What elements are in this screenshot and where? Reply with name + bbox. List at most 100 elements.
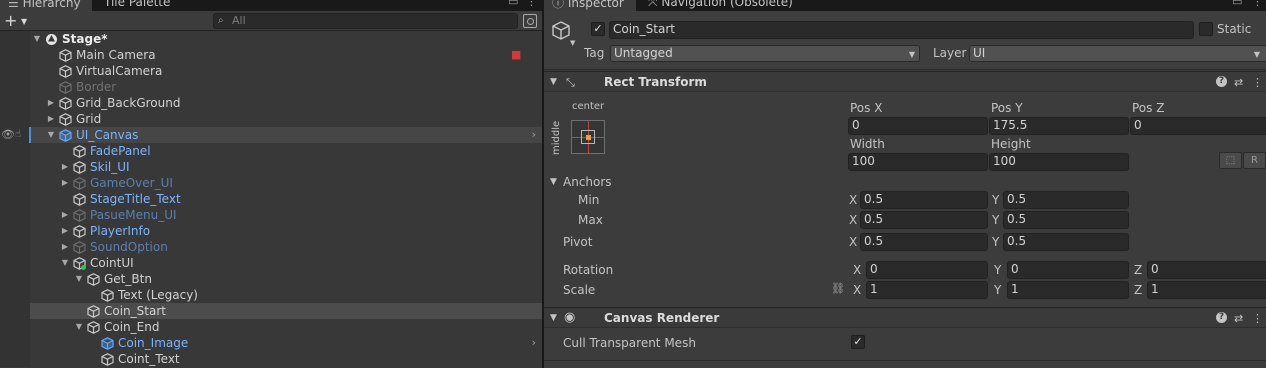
scale-y-field[interactable]: 1 bbox=[1007, 281, 1129, 299]
hierarchy-row[interactable]: ▶ GameOver_UI bbox=[0, 175, 542, 191]
visibility-gutter[interactable] bbox=[0, 143, 30, 159]
blueprint-mode-button[interactable]: ⬚ bbox=[1219, 152, 1242, 169]
hierarchy-row[interactable]: ▼ Stage* bbox=[0, 31, 542, 47]
more-options-icon[interactable]: ⋮ bbox=[1252, 312, 1263, 325]
search-by-type-icon[interactable] bbox=[523, 14, 537, 28]
foldout-expanded-icon[interactable]: ▼ bbox=[32, 31, 42, 47]
rect-transform-header[interactable]: ▼ ⤡ Rect Transform ? ⇄ ⋮ bbox=[544, 71, 1266, 92]
rotation-y-field[interactable]: 0 bbox=[1007, 261, 1129, 279]
hierarchy-row[interactable]: ▶ SoundOption bbox=[0, 239, 542, 255]
height-field[interactable]: 100 bbox=[989, 153, 1129, 171]
hierarchy-row[interactable]: ▶ Grid_BackGround bbox=[0, 95, 542, 111]
visibility-gutter[interactable] bbox=[0, 47, 30, 63]
help-icon[interactable]: ? bbox=[1216, 312, 1227, 323]
hierarchy-row[interactable]: ▶ PlayerInfo bbox=[0, 223, 542, 239]
more-options-icon[interactable]: ⋮ bbox=[526, 0, 537, 11]
hierarchy-row[interactable]: ▶ PasueMenu_UI bbox=[0, 207, 542, 223]
visibility-gutter[interactable] bbox=[0, 351, 30, 367]
pivot-x-field[interactable]: 0.5 bbox=[860, 233, 988, 251]
static-toggle[interactable] bbox=[1199, 22, 1213, 36]
pos-z-field[interactable]: 0 bbox=[1130, 117, 1266, 135]
raw-edit-button[interactable]: R bbox=[1243, 152, 1266, 169]
eye-icon[interactable]: 👁 bbox=[1, 127, 15, 143]
lock-icon[interactable]: ▭ bbox=[1232, 0, 1242, 11]
help-icon[interactable]: ? bbox=[1216, 76, 1227, 87]
tab-inspector[interactable]: ⓘ Inspector bbox=[544, 0, 636, 11]
foldout-arrow-icon[interactable]: ▼ bbox=[550, 313, 557, 323]
constrain-proportions-icon[interactable]: ⛓ bbox=[831, 282, 845, 295]
visibility-gutter[interactable] bbox=[0, 319, 30, 335]
visibility-gutter[interactable] bbox=[0, 175, 30, 191]
cull-transparent-mesh-checkbox[interactable]: ✓ bbox=[851, 335, 865, 349]
visibility-gutter[interactable] bbox=[0, 95, 30, 111]
visibility-gutter[interactable] bbox=[0, 239, 30, 255]
hierarchy-row[interactable]: Coint_Text bbox=[0, 351, 542, 367]
foldout-collapsed-icon[interactable]: ▶ bbox=[60, 223, 70, 239]
search-input[interactable]: ⌕ All bbox=[213, 13, 518, 29]
hierarchy-row[interactable]: Main Camera ■ bbox=[0, 47, 542, 63]
foldout-collapsed-icon[interactable]: ▶ bbox=[60, 207, 70, 223]
hierarchy-row[interactable]: Coin_Start bbox=[0, 303, 542, 319]
more-options-icon[interactable]: ⋮ bbox=[1252, 76, 1263, 89]
hierarchy-row[interactable]: ▶ Grid bbox=[0, 111, 542, 127]
canvas-renderer-header[interactable]: ▼ ◉ Canvas Renderer ? ⇄ ⋮ bbox=[544, 307, 1266, 328]
hierarchy-row[interactable]: ▼ Get_Btn bbox=[0, 271, 542, 287]
min-x-field[interactable]: 0.5 bbox=[860, 191, 988, 209]
more-options-icon[interactable]: ⋮ bbox=[1252, 0, 1263, 11]
rotation-z-field[interactable]: 0 bbox=[1147, 261, 1266, 279]
visibility-gutter[interactable] bbox=[0, 335, 30, 351]
foldout-expanded-icon[interactable]: ▼ bbox=[74, 271, 84, 287]
open-prefab-icon[interactable]: › bbox=[532, 335, 536, 351]
foldout-expanded-icon[interactable]: ▼ bbox=[74, 319, 84, 335]
visibility-gutter[interactable] bbox=[0, 287, 30, 303]
icon-dropdown-arrow-icon[interactable]: ▼ bbox=[570, 39, 575, 47]
visibility-gutter[interactable] bbox=[0, 63, 30, 79]
hierarchy-row[interactable]: Text (Legacy) bbox=[0, 287, 542, 303]
scale-z-field[interactable]: 1 bbox=[1147, 281, 1266, 299]
max-x-field[interactable]: 0.5 bbox=[860, 211, 988, 229]
hierarchy-row[interactable]: StageTitle_Text bbox=[0, 191, 542, 207]
visibility-gutter[interactable] bbox=[0, 303, 30, 319]
layer-dropdown[interactable]: UI ▼ bbox=[969, 45, 1266, 62]
lock-icon[interactable]: ▭ bbox=[508, 0, 518, 11]
max-y-field[interactable]: 0.5 bbox=[1003, 211, 1129, 229]
visibility-gutter[interactable] bbox=[0, 255, 30, 271]
visibility-gutter[interactable] bbox=[0, 223, 30, 239]
foldout-collapsed-icon[interactable]: ▶ bbox=[60, 159, 70, 175]
visibility-gutter[interactable] bbox=[0, 271, 30, 287]
tab-hierarchy[interactable]: ☰ Hierarchy bbox=[0, 0, 92, 11]
presets-icon[interactable]: ⇄ bbox=[1234, 312, 1243, 325]
foldout-collapsed-icon[interactable]: ▶ bbox=[60, 175, 70, 191]
visibility-gutter[interactable] bbox=[0, 191, 30, 207]
pos-y-field[interactable]: 175.5 bbox=[989, 117, 1129, 135]
hierarchy-row[interactable]: ▶ Skil_UI bbox=[0, 159, 542, 175]
min-y-field[interactable]: 0.5 bbox=[1003, 191, 1129, 209]
tab-tile-palette[interactable]: Tile Palette bbox=[96, 0, 178, 11]
hierarchy-row[interactable]: Coin_Image › bbox=[0, 335, 542, 351]
foldout-expanded-icon[interactable]: ▼ bbox=[60, 255, 70, 271]
anchors-foldout-icon[interactable]: ▼ bbox=[550, 177, 557, 187]
foldout-collapsed-icon[interactable]: ▶ bbox=[46, 111, 56, 127]
rotation-x-field[interactable]: 0 bbox=[866, 261, 988, 279]
visibility-gutter[interactable]: 👁 ☝ bbox=[0, 127, 31, 143]
foldout-collapsed-icon[interactable]: ▶ bbox=[46, 95, 56, 111]
tag-dropdown[interactable]: Untagged ▼ bbox=[610, 45, 920, 62]
hierarchy-row[interactable]: Border bbox=[0, 79, 542, 95]
anchor-presets-button[interactable] bbox=[571, 120, 605, 154]
hierarchy-row[interactable]: FadePanel bbox=[0, 143, 542, 159]
hierarchy-row[interactable]: VirtualCamera bbox=[0, 63, 542, 79]
visibility-gutter[interactable] bbox=[0, 31, 30, 47]
foldout-arrow-icon[interactable]: ▼ bbox=[550, 77, 557, 87]
foldout-collapsed-icon[interactable]: ▶ bbox=[60, 239, 70, 255]
visibility-gutter[interactable] bbox=[0, 207, 30, 223]
object-name-field[interactable]: Coin_Start bbox=[609, 21, 1194, 39]
foldout-expanded-icon[interactable]: ▼ bbox=[46, 127, 56, 143]
presets-icon[interactable]: ⇄ bbox=[1234, 76, 1243, 89]
pickable-icon[interactable]: ☝ bbox=[15, 127, 21, 143]
anchors-label[interactable]: Anchors bbox=[563, 175, 612, 189]
open-prefab-icon[interactable]: › bbox=[532, 127, 536, 143]
visibility-gutter[interactable] bbox=[0, 79, 30, 95]
scale-x-field[interactable]: 1 bbox=[866, 281, 988, 299]
create-button[interactable]: + ▼ bbox=[4, 12, 34, 30]
active-toggle[interactable]: ✓ bbox=[591, 22, 605, 36]
